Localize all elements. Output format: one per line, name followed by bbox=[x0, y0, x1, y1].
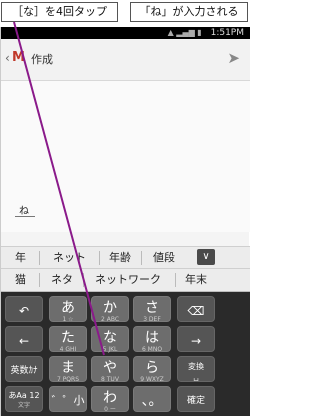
suggestion-row-2: 猫 ネタ ネットワーク 年末 bbox=[1, 268, 250, 292]
suggestion-row-1: 年 ネット 年齢 値段 ∨ bbox=[1, 246, 250, 268]
callout-ne-entered: 「ね」が入力される bbox=[130, 2, 248, 22]
signal-battery-icons: ▲ ▂▄▆ ▮ bbox=[167, 28, 202, 37]
backspace-key[interactable]: ⌫ bbox=[177, 296, 215, 322]
cursor-left-key[interactable]: ← bbox=[5, 326, 43, 352]
key-ta[interactable]: た4 GHI bbox=[49, 326, 87, 353]
undo-key[interactable]: ↶ bbox=[5, 296, 43, 322]
phone-screen: ▲ ▂▄▆ ▮ 1:51PM ‹ M 作成 ➤ ね 年 ネット 年齢 値段 ∨ … bbox=[0, 27, 250, 416]
status-time: 1:51PM bbox=[210, 28, 244, 38]
cursor-right-key[interactable]: → bbox=[177, 326, 215, 352]
suggestion-item[interactable]: 猫 bbox=[15, 269, 26, 291]
suggestion-item[interactable]: ネット bbox=[53, 247, 86, 268]
key-sa[interactable]: さ3 DEF bbox=[133, 296, 171, 323]
key-ka[interactable]: か2 ABC bbox=[91, 296, 129, 323]
divider bbox=[175, 273, 176, 287]
suggestion-item[interactable]: ネタ bbox=[51, 269, 73, 291]
mode-switch-key[interactable]: 英数ｶﾅ bbox=[5, 356, 43, 382]
compose-title: 作成 bbox=[31, 53, 53, 66]
divider bbox=[39, 251, 40, 265]
key-ya[interactable]: や8 TUV bbox=[91, 356, 129, 383]
send-icon[interactable]: ➤ bbox=[227, 49, 240, 67]
confirm-key[interactable]: 確定 bbox=[177, 386, 215, 412]
composing-underline bbox=[15, 216, 35, 217]
compose-body-area[interactable] bbox=[1, 81, 250, 232]
arrow-right-icon: → bbox=[190, 334, 202, 348]
divider bbox=[83, 273, 84, 287]
key-ma[interactable]: ま7 PQRS bbox=[49, 356, 87, 383]
back-arrow-icon[interactable]: ‹ bbox=[5, 51, 10, 65]
key-wa[interactable]: わ0 ー bbox=[91, 386, 129, 413]
callout-tap-na: ［な］を4回タップ bbox=[1, 2, 118, 22]
key-a[interactable]: あ1 ☆ bbox=[49, 296, 87, 323]
divider bbox=[39, 273, 40, 287]
key-na[interactable]: な5 JKL bbox=[91, 326, 129, 353]
punctuation-key[interactable]: 、。 bbox=[133, 386, 171, 412]
suggestion-item[interactable]: 年 bbox=[15, 247, 26, 268]
arrow-left-icon: ← bbox=[18, 334, 30, 348]
gmail-icon[interactable]: M bbox=[12, 50, 25, 65]
expand-suggestions-icon[interactable]: ∨ bbox=[197, 249, 215, 265]
dakuten-small-key[interactable]: ゛゜小 bbox=[49, 386, 87, 412]
divider bbox=[141, 251, 142, 265]
typed-text: ね bbox=[19, 206, 29, 217]
backspace-icon: ⌫ bbox=[187, 304, 205, 318]
input-mode-key[interactable]: あAa 12 文字 bbox=[5, 386, 43, 412]
japanese-flick-keyboard: ↶ あ1 ☆ か2 ABC さ3 DEF ⌫ ← た4 GHI な5 JKL は… bbox=[1, 292, 250, 416]
key-ra[interactable]: ら9 WXYZ bbox=[133, 356, 171, 383]
convert-space-key[interactable]: 変換 ␣ bbox=[177, 356, 215, 382]
action-bar: ‹ M 作成 ➤ bbox=[1, 39, 250, 81]
key-ha[interactable]: は6 MNO bbox=[133, 326, 171, 353]
suggestion-item[interactable]: 値段 bbox=[153, 247, 175, 268]
suggestion-item[interactable]: ネットワーク bbox=[95, 269, 161, 291]
divider bbox=[99, 251, 100, 265]
status-bar: ▲ ▂▄▆ ▮ 1:51PM bbox=[1, 27, 250, 39]
suggestion-item[interactable]: 年齢 bbox=[109, 247, 131, 268]
undo-icon: ↶ bbox=[18, 304, 30, 318]
suggestion-item[interactable]: 年末 bbox=[185, 269, 207, 291]
